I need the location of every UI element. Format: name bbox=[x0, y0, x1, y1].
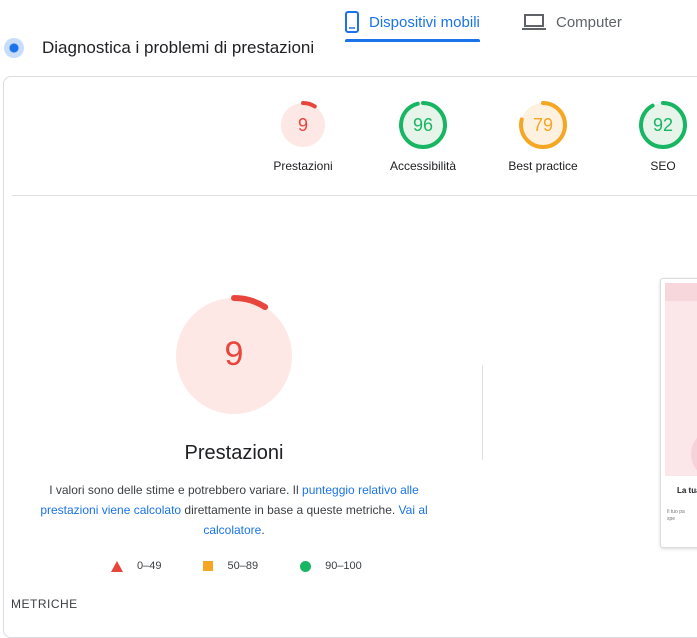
gauge-performance[interactable]: 9 Prestazioni bbox=[253, 100, 353, 173]
screenshot-line: spe bbox=[667, 516, 676, 522]
main-gauge-title: Prestazioni bbox=[184, 442, 284, 464]
gauge-label: SEO bbox=[650, 159, 676, 173]
tab-mobile[interactable]: Dispositivi mobili bbox=[345, 0, 480, 44]
section-divider bbox=[12, 195, 697, 196]
main-gauge-score: 9 bbox=[224, 335, 244, 373]
screenshot-text: Il tuo pa spe bbox=[667, 509, 685, 523]
diagnostics-title: Diagnostica i problemi di prestazioni bbox=[42, 38, 315, 57]
circle-icon bbox=[300, 560, 312, 572]
gauge-score: 79 bbox=[532, 115, 554, 135]
page-screenshot-thumbnail[interactable]: La tua Il tuo paspe bbox=[660, 278, 697, 548]
gauge-best-practices[interactable]: 79 Best practice bbox=[493, 100, 593, 173]
square-icon bbox=[203, 561, 214, 571]
triangle-icon bbox=[111, 560, 123, 572]
screenshot-line: Il tuo pa bbox=[667, 509, 685, 515]
tab-mobile-label: Dispositivi mobili bbox=[369, 13, 480, 31]
metrics-heading: METRICHE bbox=[11, 597, 78, 611]
legend-average-range: 50–89 bbox=[227, 560, 259, 572]
tab-desktop-label: Computer bbox=[556, 13, 622, 31]
gauge-label: Accessibilità bbox=[389, 159, 457, 173]
description-text: direttamente in base a queste metriche. bbox=[181, 503, 399, 517]
diagnostics-icon bbox=[4, 38, 24, 58]
legend-fail: 0–49 bbox=[111, 560, 161, 572]
legend-average: 50–89 bbox=[203, 560, 258, 572]
gauge-ring: 9 bbox=[278, 100, 328, 150]
gauge-ring: 79 bbox=[518, 100, 568, 150]
gauge-label: Prestazioni bbox=[273, 159, 333, 173]
legend-pass-range: 90–100 bbox=[325, 560, 362, 572]
gauge-score: 92 bbox=[652, 115, 674, 135]
tab-desktop[interactable]: Computer bbox=[522, 0, 622, 44]
gauge-score: 9 bbox=[297, 115, 308, 135]
legend-pass: 90–100 bbox=[300, 560, 362, 572]
laptop-icon bbox=[522, 14, 546, 30]
gauge-seo[interactable]: 92 SEO bbox=[613, 100, 697, 173]
description-text: I valori sono delle stime e potrebbero v… bbox=[49, 483, 303, 497]
gauge-ring: 92 bbox=[638, 100, 688, 150]
description-text: . bbox=[261, 523, 265, 537]
gauge-accessibility[interactable]: 96 Accessibilità bbox=[373, 100, 473, 173]
performance-main-gauge: 9 bbox=[172, 294, 296, 418]
score-description: I valori sono delle stime e potrebbero v… bbox=[30, 480, 438, 540]
gauge-ring: 96 bbox=[398, 100, 448, 150]
gauge-score: 96 bbox=[412, 115, 434, 135]
screenshot-heading: La tua bbox=[677, 486, 697, 495]
legend-fail-range: 0–49 bbox=[137, 560, 162, 572]
screenshot-header bbox=[665, 283, 697, 301]
gauge-label: Best practice bbox=[508, 159, 578, 173]
active-tab-indicator bbox=[345, 39, 480, 42]
vertical-divider bbox=[482, 365, 483, 460]
phone-icon bbox=[345, 11, 359, 33]
score-legend: 0–49 50–89 90–100 bbox=[111, 560, 390, 572]
